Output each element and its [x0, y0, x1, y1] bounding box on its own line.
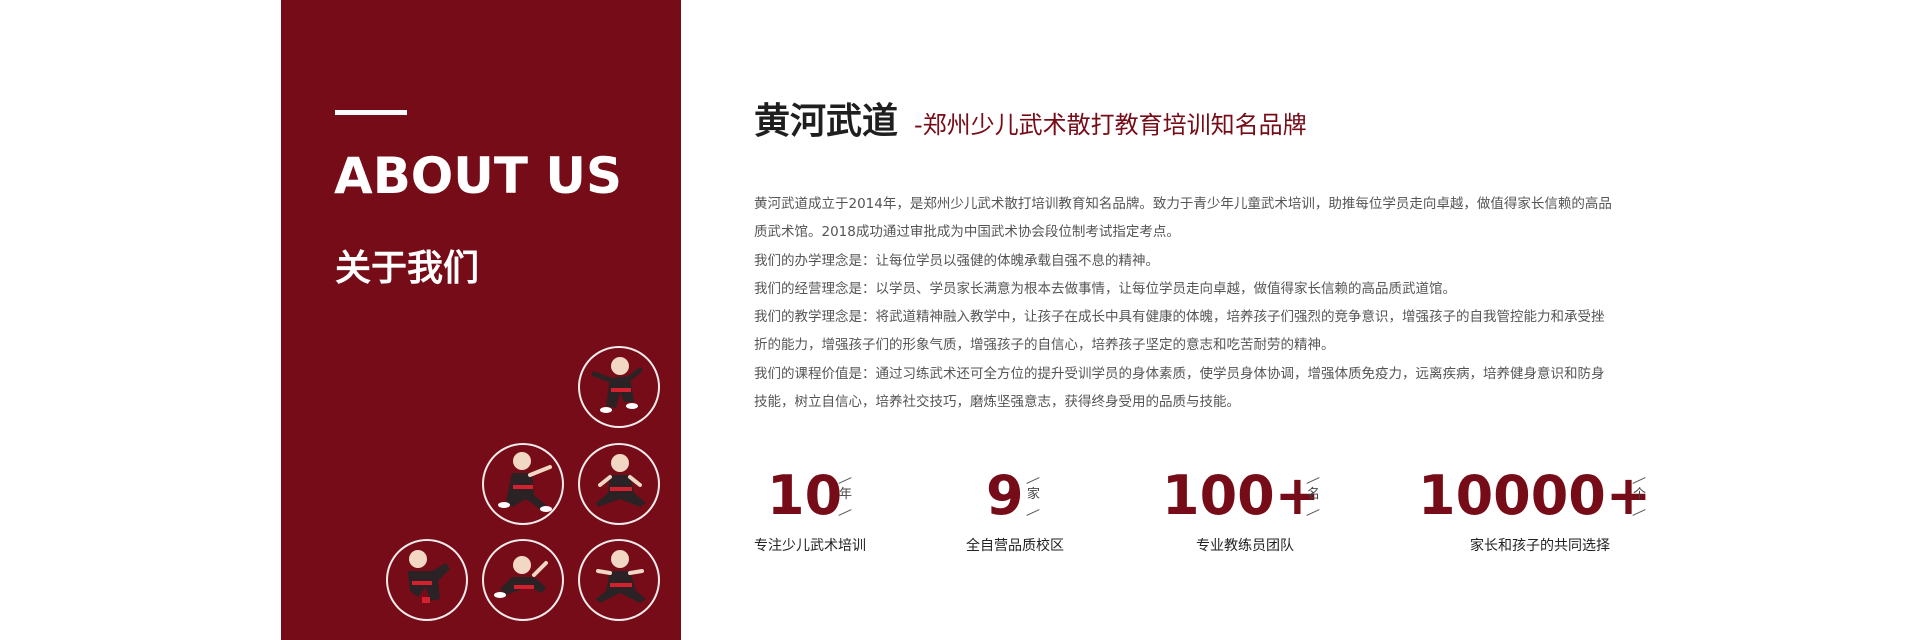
stat-label: 全自营品质校区: [966, 538, 1064, 554]
stat-value: 10: [767, 464, 843, 527]
brand-heading: 黄河武道 -郑州少儿武术散打教育培训知名品牌: [754, 92, 1307, 144]
intro-line: 我们的教学理念是：将武道精神融入教学中，让孩子在成长中具有健康的体魄，培养孩子们…: [754, 309, 1605, 326]
intro-line: 黄河武道成立于2014年，是郑州少儿武术散打培训教育知名品牌。致力于青少年儿童武…: [754, 196, 1612, 212]
stat-value: 100+: [1162, 464, 1320, 527]
stat-unit: 家: [1027, 487, 1041, 502]
stat-unit-mark: 年: [836, 476, 854, 516]
about-panel: ABOUT US 关于我们: [281, 0, 681, 640]
stat-unit: 个: [1633, 487, 1647, 502]
martial-arts-kid-icon: [578, 346, 660, 428]
martial-arts-kid-icon: [482, 443, 564, 525]
stat-families: 10000+ 个 家长和孩子的共同选择: [1418, 464, 1658, 554]
stat-value: 9: [986, 464, 1024, 527]
stat-unit: 名: [1307, 487, 1321, 502]
martial-arts-kid-icon: [482, 539, 564, 621]
stat-years: 10 年 专注少儿武术培训: [754, 464, 894, 554]
intro-line: 我们的办学理念是：让每位学员以强健的体魄承载自强不息的精神。: [754, 252, 1159, 269]
stat-label: 专业教练员团队: [1196, 538, 1294, 554]
brand-name: 黄河武道: [754, 101, 899, 142]
martial-arts-kid-icon: [578, 443, 660, 525]
stat-campuses: 9 家 全自营品质校区: [966, 464, 1106, 554]
stat-label: 专注少儿武术培训: [754, 538, 866, 554]
intro-text: 黄河武道成立于2014年，是郑州少儿武术散打培训教育知名品牌。致力于青少年儿童武…: [754, 190, 1654, 416]
stat-unit-mark: 家: [1024, 476, 1042, 516]
about-title: ABOUT US: [334, 147, 623, 205]
stat-label: 家长和孩子的共同选择: [1470, 538, 1610, 554]
intro-line: 我们的经营理念是：以学员、学员家长满意为根本去做事情，让每位学员走向卓越，做值得…: [754, 280, 1456, 297]
stat-value: 10000+: [1418, 464, 1652, 527]
martial-arts-kid-icon: [578, 539, 660, 621]
stat-coaches: 100+ 名 专业教练员团队: [1162, 464, 1342, 554]
brand-slogan: -郑州少儿武术散打教育培训知名品牌: [914, 111, 1307, 139]
martial-arts-kid-icon: [386, 539, 468, 621]
about-subtitle: 关于我们: [335, 248, 480, 289]
intro-line: 质武术馆。2018成功通过审批成为中国武术协会段位制考试指定考点。: [754, 224, 1180, 241]
intro-line: 技能，树立自信心，培养社交技巧，磨炼坚强意志，获得终身受用的品质与技能。: [754, 394, 1240, 411]
stat-unit-mark: 名: [1304, 476, 1322, 516]
stat-unit-mark: 个: [1630, 476, 1648, 516]
intro-line: 我们的课程价值是：通过习练武术还可全方位的提升受训学员的身体素质，使学员身体协调…: [754, 365, 1605, 382]
accent-line: [335, 110, 407, 115]
intro-line: 折的能力，增强孩子们的形象气质，增强孩子的自信心，培养孩子坚定的意志和吃苦耐劳的…: [754, 337, 1335, 354]
stat-unit: 年: [839, 487, 853, 502]
